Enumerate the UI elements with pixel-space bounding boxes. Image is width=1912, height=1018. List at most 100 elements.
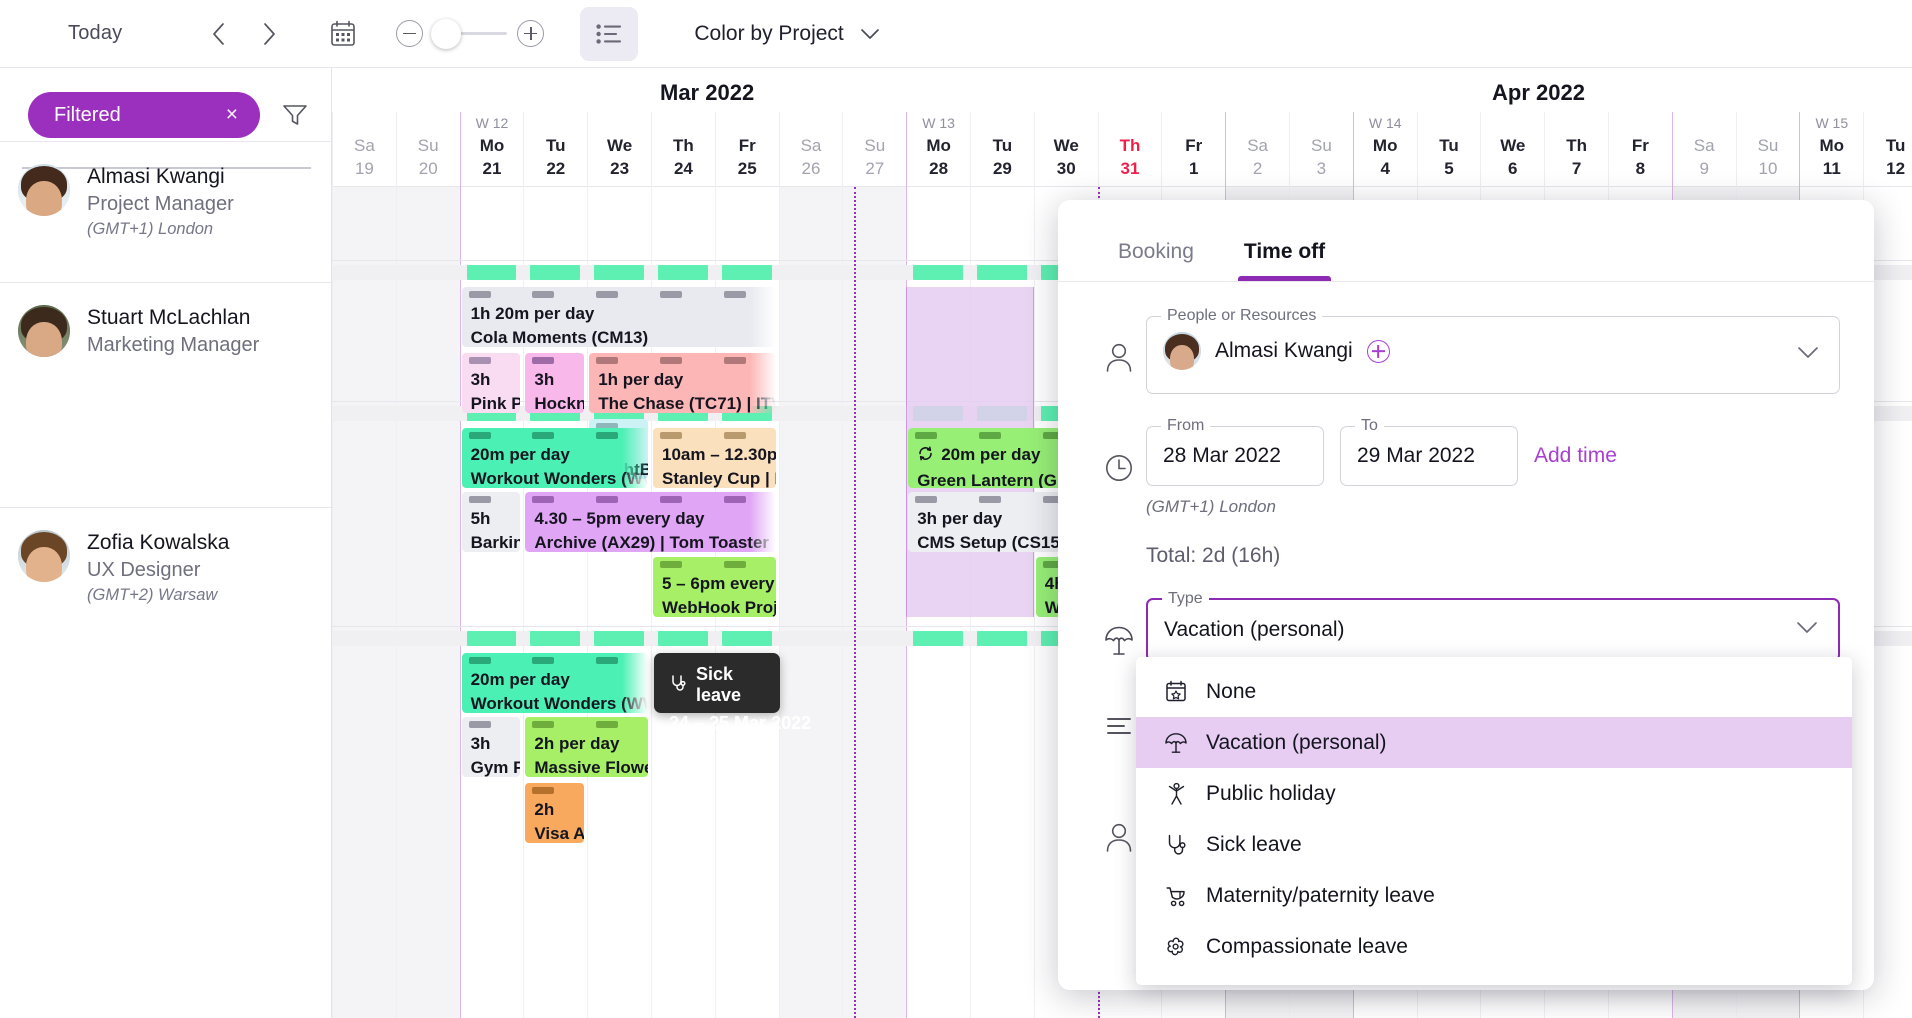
from-date-field[interactable]: From 28 Mar 2022 <box>1146 417 1324 486</box>
booking-block[interactable]: 3h Hockney House (HH22) <box>525 353 585 413</box>
type-field[interactable]: Type Vacation (personal) <box>1146 590 1840 662</box>
day-header-cell[interactable]: Su 20 <box>395 112 460 187</box>
booking-day-pip <box>532 291 555 298</box>
add-time-button[interactable]: Add time <box>1534 426 1617 468</box>
filter-chip[interactable]: Filtered × <box>28 92 260 138</box>
chevron-left-icon[interactable] <box>208 22 230 45</box>
close-icon[interactable]: × <box>226 103 238 127</box>
day-header-cell[interactable]: W 12 Mo 21 <box>459 112 524 187</box>
day-header-cell[interactable]: Su 10 <box>1735 112 1800 187</box>
day-header-cell[interactable]: W 13 Mo 28 <box>906 112 970 187</box>
booking-block[interactable]: 2h Visa Application <box>525 783 585 843</box>
day-header-cell[interactable]: Su 3 <box>1289 112 1353 187</box>
zoom-slider[interactable] <box>431 18 508 49</box>
day-number: 25 <box>737 159 757 178</box>
to-date-field[interactable]: To 29 Mar 2022 <box>1340 417 1518 486</box>
dropdown-option-label: Sick leave <box>1206 832 1302 856</box>
day-header-cell[interactable]: We 6 <box>1480 112 1544 187</box>
booking-block[interactable]: 10am – 12.30pm Stanley Cup | Black Fly <box>653 428 776 488</box>
booking-day-pip <box>659 496 682 503</box>
day-header-cell[interactable]: Th 7 <box>1544 112 1608 187</box>
booking-day-pip <box>596 657 619 664</box>
day-number: 31 <box>1120 159 1140 178</box>
booking-title: Hockney House (HH22) <box>534 394 585 413</box>
chevron-right-icon[interactable] <box>258 22 280 45</box>
day-header-cell[interactable]: We 23 <box>587 112 651 187</box>
dropdown-option-label: Maternity/paternity leave <box>1206 883 1435 907</box>
zoom-slider-handle[interactable] <box>431 18 462 49</box>
type-dropdown-menu[interactable]: None Vacation (personal) Public holiday Sic… <box>1136 657 1852 985</box>
today-button[interactable]: Today <box>68 22 122 45</box>
sidebar-person-row[interactable]: Almasi Kwangi Project Manager (GMT+1) Lond… <box>0 141 331 282</box>
sidebar-person-row[interactable]: Zofia Kowalska UX Designer (GMT+2) Warsaw <box>0 507 331 807</box>
dropdown-option[interactable]: Compassionate leave <box>1136 921 1852 972</box>
day-header-cell[interactable]: Tu 29 <box>970 112 1034 187</box>
people-field[interactable]: People or Resources Almasi Kwangi <box>1146 307 1840 394</box>
week-number: W 14 <box>1368 115 1402 131</box>
day-header-cell[interactable]: Fr 8 <box>1608 112 1672 187</box>
day-header-cell[interactable]: Th 24 <box>651 112 715 187</box>
booking-block[interactable]: 1h 20m per day Cola Moments (CM13) <box>461 287 776 347</box>
color-by-selector[interactable]: Color by Project <box>694 22 879 46</box>
calendar-icon[interactable] <box>330 20 356 48</box>
booking-day-pip <box>468 721 491 728</box>
add-person-icon[interactable] <box>1366 339 1390 363</box>
day-number: 8 <box>1635 159 1646 178</box>
booking-day-pip <box>723 291 746 298</box>
sidebar-person-row[interactable]: Stuart McLachlan Marketing Manager <box>0 282 331 507</box>
booking-block[interactable]: 20m per day Workout Wonders (WW59) <box>461 428 648 488</box>
person-timezone: (GMT+1) London <box>87 220 214 239</box>
chevron-down-icon[interactable] <box>1797 346 1819 364</box>
day-header-cell[interactable]: We 30 <box>1033 112 1098 187</box>
from-date-value[interactable]: 28 Mar 2022 <box>1147 427 1323 485</box>
dropdown-option[interactable]: Public holiday <box>1136 768 1852 819</box>
week-number: W 13 <box>922 115 955 131</box>
booking-block[interactable]: 2h per day Massive Flower (MF61) <box>525 717 648 777</box>
day-header-cell[interactable]: Tu 22 <box>523 112 587 187</box>
zoom-out-icon[interactable] <box>396 20 424 47</box>
booking-block[interactable]: 20m per day Workout Wonders (WW59) <box>461 653 648 713</box>
dropdown-option[interactable]: Maternity/paternity leave <box>1136 870 1852 921</box>
total-duration-label: Total: 2d (16h) <box>1146 544 1281 567</box>
day-column[interactable] <box>332 187 396 1018</box>
filter-funnel-icon[interactable] <box>282 103 308 127</box>
day-header-cell[interactable]: Sa 26 <box>778 112 843 187</box>
chevron-down-icon[interactable] <box>1796 621 1818 639</box>
booking-block[interactable]: 3h Gym Fitness (GF04) <box>461 717 521 777</box>
day-of-week: Tu <box>1885 136 1906 155</box>
modal-tab[interactable]: Booking <box>1118 240 1194 281</box>
sick-leave-tooltip: Sick leave 24 – 25 Mar 2022 <box>654 653 811 733</box>
selected-person-chip[interactable]: Almasi Kwangi <box>1147 317 1839 385</box>
day-header-cell[interactable]: Sa 2 <box>1225 112 1289 187</box>
dropdown-option[interactable]: Vacation (personal) <box>1136 717 1852 768</box>
day-header-cell[interactable]: Th 31 <box>1097 112 1162 187</box>
day-header-cell[interactable]: Sa 9 <box>1671 112 1736 187</box>
booking-block[interactable]: 1h per day The Chase (TC71) | ITV Studios <box>589 353 776 413</box>
booking-block[interactable]: 5 – 6pm every day WebHook Project (WH41) <box>653 557 776 617</box>
day-header-cell[interactable]: Fr 1 <box>1161 112 1225 187</box>
to-date-value[interactable]: 29 Mar 2022 <box>1341 427 1517 485</box>
booking-block[interactable]: 3h Pink Palace (PP07) | Edible Fal <box>461 353 521 413</box>
day-header-cell[interactable]: Su 27 <box>842 112 906 187</box>
day-header-cell[interactable]: Sa 19 <box>332 112 396 187</box>
day-column[interactable] <box>842 187 907 1018</box>
day-header-cell[interactable]: Tu 12 <box>1863 112 1912 187</box>
availability-bar <box>658 265 708 280</box>
day-header-cell[interactable]: Tu 5 <box>1416 112 1481 187</box>
list-view-icon[interactable] <box>580 6 639 61</box>
avatar <box>18 305 70 357</box>
dropdown-option[interactable]: Sick leave <box>1136 819 1852 870</box>
day-of-week: Mo <box>926 136 951 155</box>
modal-tab[interactable]: Time off <box>1237 240 1332 281</box>
dropdown-option[interactable]: None <box>1136 666 1852 717</box>
day-column[interactable] <box>778 187 843 1018</box>
day-column[interactable] <box>395 187 460 1018</box>
availability-bar <box>658 631 708 646</box>
zoom-in-icon[interactable] <box>517 20 545 47</box>
day-header-cell[interactable]: W 15 Mo 11 <box>1799 112 1863 187</box>
booking-block[interactable]: 5h Barkingside (BS03) <box>461 492 521 552</box>
day-header-cell[interactable]: Fr 25 <box>714 112 779 187</box>
day-header-cell[interactable]: W 14 Mo 4 <box>1352 112 1417 187</box>
booking-block[interactable]: 4.30 – 5pm every day Archive (AX29) | Tom… <box>525 492 776 552</box>
chevron-down-icon[interactable] <box>860 22 880 46</box>
